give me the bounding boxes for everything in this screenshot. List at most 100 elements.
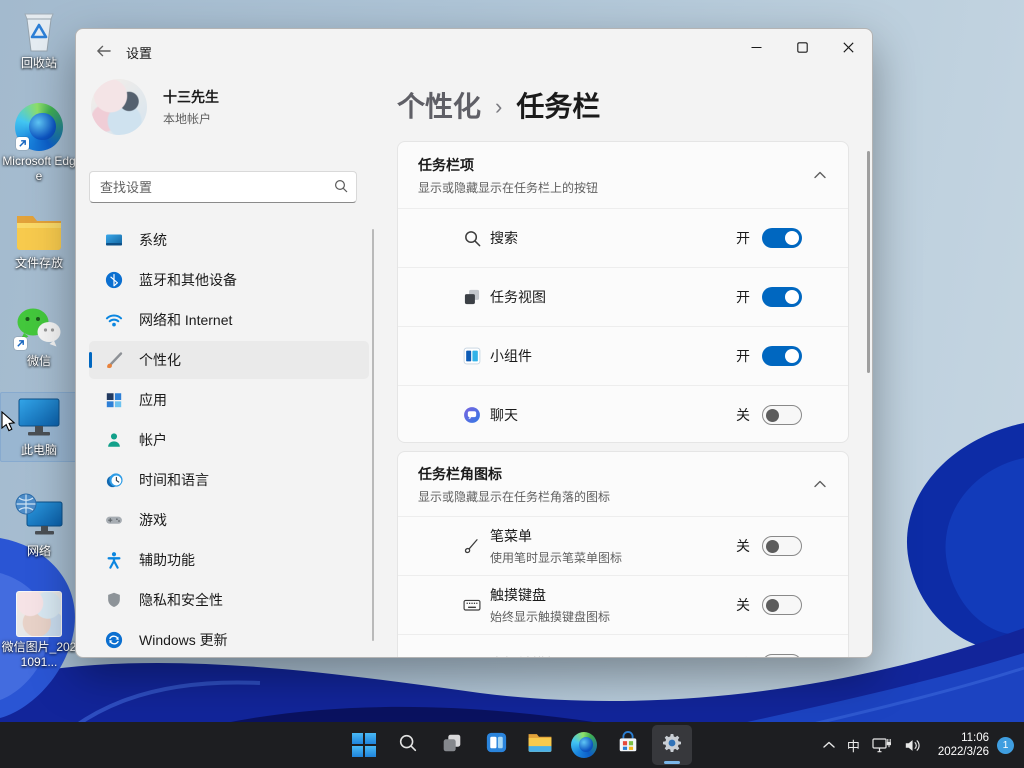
bluetooth-icon [104,270,124,290]
content-scrollbar[interactable] [867,151,870,373]
user-profile[interactable]: 十三先生 本地帐户 [91,79,219,135]
desktop-icon-label: 微信 [26,354,51,368]
sidebar-item-personalization[interactable]: 个性化 [89,341,369,379]
section-header[interactable]: 任务栏项 显示或隐藏显示在任务栏上的按钮 [398,142,848,208]
toggle-state-label: 开 [736,230,750,246]
sidebar-item-gaming[interactable]: 游戏 [89,501,369,539]
sidebar-item-network[interactable]: 网络和 Internet [89,301,369,339]
avatar [91,79,147,135]
volume-tray-icon[interactable] [898,725,928,765]
tray-date: 2022/3/26 [937,746,989,758]
back-button[interactable] [88,39,118,63]
settings-button[interactable] [652,725,692,765]
sidebar-item-accounts[interactable]: 帐户 [89,421,369,459]
start-button[interactable] [344,725,384,765]
setting-label: 任务视图 [490,289,546,305]
task-view-icon [462,285,482,309]
clock[interactable]: 11:06 2022/3/26 [938,731,989,759]
search-icon [334,179,348,198]
edge-icon [15,103,63,151]
search-icon [397,732,419,759]
taskbar: 中 11:06 2022/3/26 1 [0,722,1024,768]
sidebar-item-time-language[interactable]: 时间和语言 [89,461,369,499]
shortcut-arrow-icon [16,137,29,150]
pen-icon [462,534,482,558]
breadcrumb-parent[interactable]: 个性化 [397,85,481,125]
desktop-icon-label: 回收站 [20,56,57,70]
section-title: 任务栏角图标 [418,465,502,482]
setting-row-task-view: 任务视图 开 [398,267,848,326]
section-header[interactable]: 任务栏角图标 显示或隐藏显示在任务栏角落的图标 [398,452,848,516]
setting-row-pen-menu: 笔菜单 使用笔时显示笔菜单图标 关 [398,516,848,575]
desktop-icon-label: 网络 [26,544,51,558]
touch-keyboard-toggle[interactable] [762,595,802,615]
widgets-toggle[interactable] [762,346,802,366]
task-view-toggle[interactable] [762,287,802,307]
sidebar-item-label: 隐私和安全性 [139,592,223,608]
touch-keyboard-icon [462,593,482,617]
sidebar-item-privacy[interactable]: 隐私和安全性 [89,581,369,619]
network-icon [14,493,64,541]
breadcrumb-separator: › [495,93,503,119]
sidebar-item-label: 网络和 Internet [139,312,233,328]
desktop-icon-folder[interactable]: 文件存放 [0,208,78,274]
gear-icon [660,731,684,760]
desktop-icon-edge[interactable]: Microsoft Edge [0,100,78,187]
this-pc-icon [14,396,64,440]
taskbar-search-button[interactable] [388,725,428,765]
toggle-state-label: 开 [736,348,750,364]
sidebar-item-label: 蓝牙和其他设备 [139,272,237,288]
chat-toggle[interactable] [762,405,802,425]
file-explorer-button[interactable] [520,725,560,765]
wechat-icon [13,303,65,351]
close-button[interactable] [825,30,871,64]
edge-icon [571,732,597,758]
store-icon [616,730,640,760]
virtual-touchpad-icon [462,652,482,657]
titlebar[interactable]: 设置 [76,29,872,73]
sidebar-item-label: 帐户 [139,432,167,448]
notification-badge[interactable]: 1 [997,736,1014,754]
search-toggle[interactable] [762,228,802,248]
toggle-state-label: 关 [736,654,750,657]
desktop-icon-recycle-bin[interactable]: 回收站 [0,4,78,74]
chevron-up-icon[interactable] [814,171,826,179]
setting-label: 聊天 [490,407,518,423]
sidebar-item-windows-update[interactable]: Windows 更新 [89,621,369,657]
tray-chevron-up-icon[interactable] [817,725,841,765]
task-view-button[interactable] [432,725,472,765]
desktop-icon-wechat[interactable]: 微信 [0,300,78,372]
setting-row-touch-keyboard: 触摸键盘 始终显示触摸键盘图标 关 [398,575,848,634]
setting-label: 笔菜单 [490,528,532,544]
desktop-icon-wechat-image[interactable]: 微信图片_2021091... [0,588,78,673]
edge-button[interactable] [564,725,604,765]
search-input[interactable] [89,171,357,203]
search-icon [462,226,482,250]
sidebar-item-accessibility[interactable]: 辅助功能 [89,541,369,579]
network-tray-icon[interactable] [866,725,898,765]
maximize-button[interactable] [779,30,825,64]
toggle-state-label: 关 [736,597,750,613]
sidebar-item-label: 辅助功能 [139,552,195,568]
store-button[interactable] [608,725,648,765]
desktop-icon-label: 文件存放 [14,256,63,270]
virtual-touchpad-toggle[interactable] [762,654,802,657]
sidebar: 系统 蓝牙和其他设备 网络和 Internet 个性化 应用 帐户 时间和语言 … [89,221,369,657]
setting-label: 触摸键盘 [490,587,546,603]
pen-menu-toggle[interactable] [762,536,802,556]
update-icon [104,630,124,650]
chevron-up-icon[interactable] [814,480,826,488]
sidebar-item-apps[interactable]: 应用 [89,381,369,419]
setting-row-chat: 聊天 关 [398,385,848,442]
minimize-button[interactable] [733,30,779,64]
widgets-button[interactable] [476,725,516,765]
sidebar-item-bluetooth[interactable]: 蓝牙和其他设备 [89,261,369,299]
desktop-icon-label: 微信图片_2021091... [1,640,77,669]
chat-icon [462,403,482,427]
widgets-icon [462,344,482,368]
section-subtitle: 显示或隐藏显示在任务栏上的按钮 [418,180,599,195]
ime-indicator[interactable]: 中 [841,725,866,765]
sidebar-scrollbar[interactable] [372,229,374,641]
desktop-icon-network[interactable]: 网络 [0,490,78,562]
sidebar-item-system[interactable]: 系统 [89,221,369,259]
